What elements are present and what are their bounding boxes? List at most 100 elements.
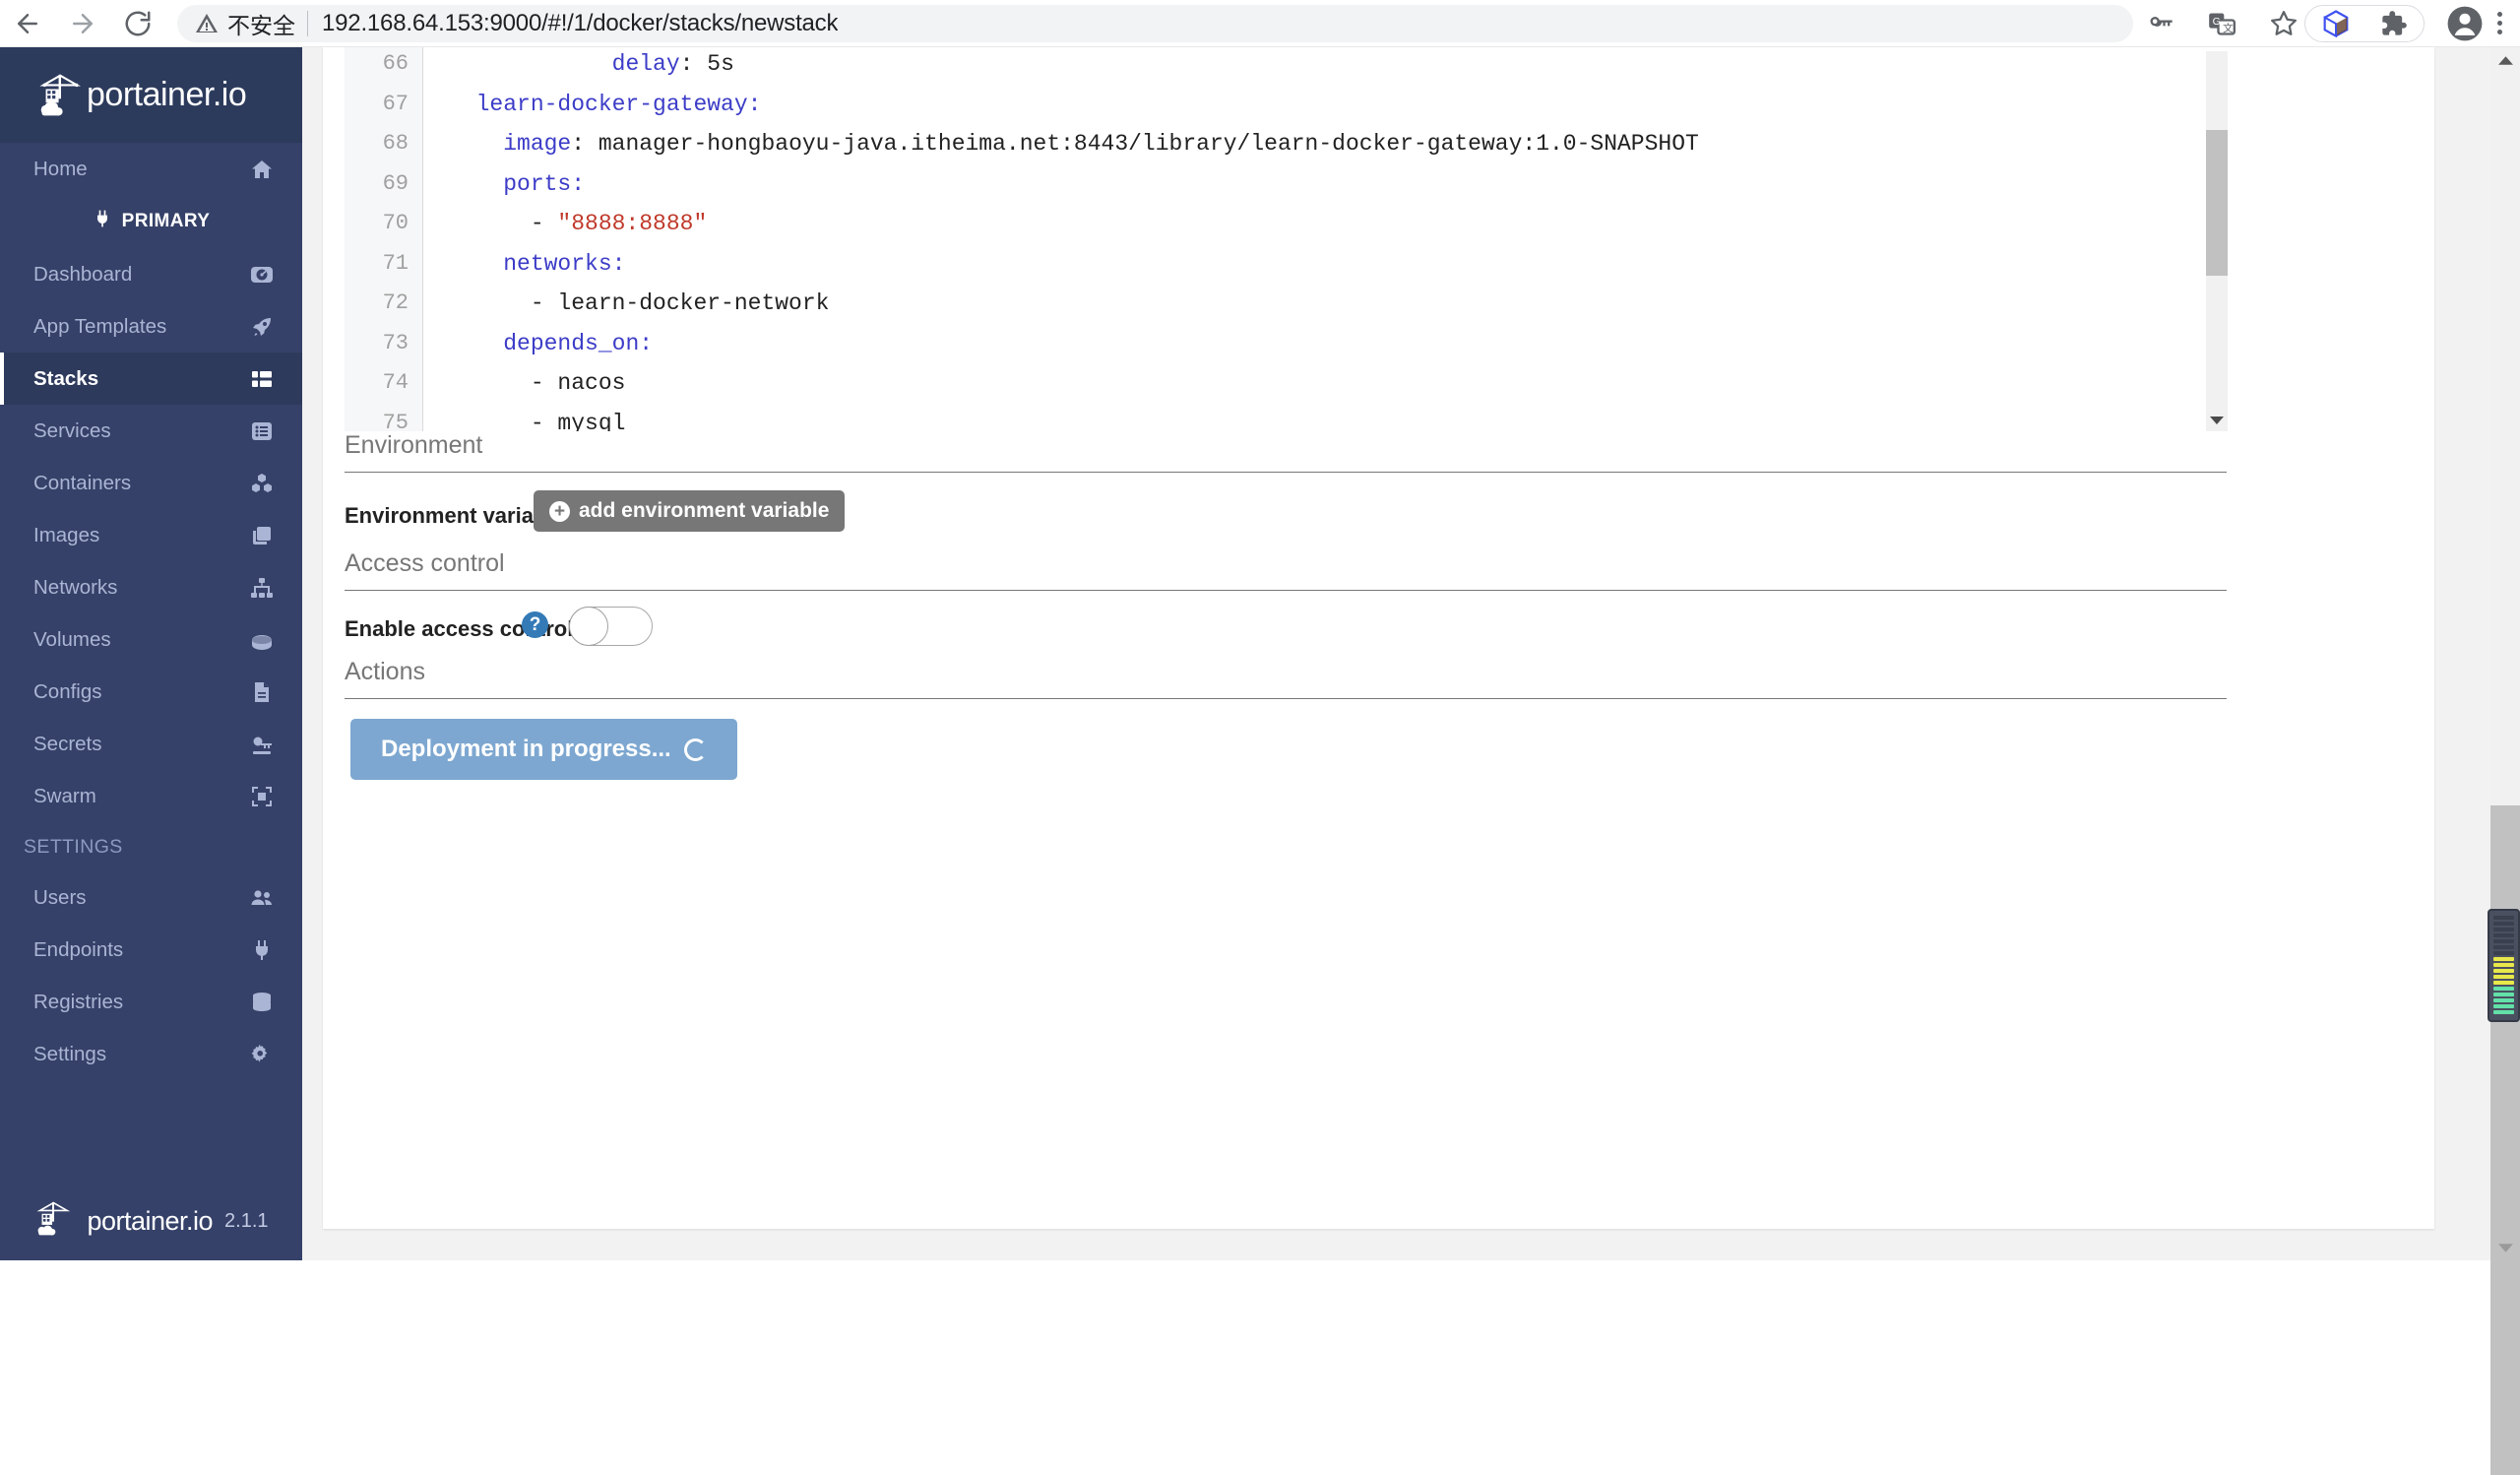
sidebar-item-containers[interactable]: Containers xyxy=(0,457,302,509)
editor-line-number: 75 xyxy=(345,404,422,432)
meter-bar xyxy=(2493,981,2514,985)
editor-line: networks: xyxy=(449,244,2205,285)
editor-line: image: manager-hongbaoyu-java.itheima.ne… xyxy=(449,124,2205,164)
sidebar-footer-brand: portainer.io xyxy=(87,1206,213,1237)
meter-bar xyxy=(2493,933,2514,937)
sidebar-item-label: Home xyxy=(33,158,247,181)
profile-avatar-icon[interactable] xyxy=(2446,5,2484,42)
code-token: : xyxy=(571,171,585,197)
code-token: networks xyxy=(503,251,611,277)
sidebar-menu: Home PRIMARY Dashboard App Templates Sta xyxy=(0,143,302,1080)
page-scroll-down-icon[interactable] xyxy=(2490,1235,2520,1260)
sidebar-item-users[interactable]: Users xyxy=(0,871,302,924)
editor-line-number: 74 xyxy=(345,363,422,404)
sidebar-footer: portainer.io 2.1.1 xyxy=(0,1182,302,1260)
editor-line-number: 69 xyxy=(345,164,422,205)
sidebar-item-secrets[interactable]: Secrets xyxy=(0,718,302,770)
puzzle-extension-icon[interactable] xyxy=(2380,10,2408,37)
sidebar-item-dashboard[interactable]: Dashboard xyxy=(0,248,302,300)
environment-section-title: Environment xyxy=(345,431,2227,473)
rocket-icon xyxy=(247,315,277,339)
sidebar-item-endpoints[interactable]: Endpoints xyxy=(0,924,302,976)
editor-scrollbar-thumb[interactable] xyxy=(2206,130,2228,276)
back-button[interactable] xyxy=(0,0,55,47)
code-token xyxy=(449,171,503,197)
stack-form-card: 666768697071727374757677787980 delay: 5s… xyxy=(323,47,2434,1229)
svg-text:文: 文 xyxy=(2223,22,2234,34)
url-text: 192.168.64.153:9000/#!/1/docker/stacks/n… xyxy=(322,10,838,37)
level-meter-overlay-icon[interactable] xyxy=(2488,909,2520,1022)
editor-line: - mysql xyxy=(449,404,2205,432)
registry-icon xyxy=(247,991,277,1014)
sidebar-item-services[interactable]: Services xyxy=(0,405,302,457)
add-environment-variable-button[interactable]: + add environment variable xyxy=(534,490,845,532)
swarm-icon xyxy=(247,785,277,808)
cube-extension-icon[interactable] xyxy=(2321,9,2351,38)
sidebar-item-stacks[interactable]: Stacks xyxy=(0,353,302,405)
key-icon[interactable] xyxy=(2147,10,2174,37)
page-scrollbar[interactable] xyxy=(2490,47,2520,1260)
sidebar-item-label: Endpoints xyxy=(33,938,247,962)
sidebar-brand[interactable]: portainer.io xyxy=(0,47,302,143)
page-scrollbar-thumb[interactable] xyxy=(2490,805,2520,1475)
code-token: : xyxy=(639,331,653,356)
editor-line: ports: xyxy=(449,164,2205,205)
sidebar-item-label: Users xyxy=(33,886,247,910)
yaml-editor[interactable]: 666768697071727374757677787980 delay: 5s… xyxy=(345,47,2205,431)
plus-circle-icon: + xyxy=(549,501,570,522)
sidebar-item-label: Swarm xyxy=(33,785,247,808)
editor-scrollbar[interactable] xyxy=(2206,51,2228,431)
code-token xyxy=(449,131,503,157)
editor-line-number: 67 xyxy=(345,85,422,125)
code-token: ports xyxy=(503,171,571,197)
code-token xyxy=(449,331,503,356)
enable-access-control-toggle[interactable] xyxy=(569,607,653,646)
sidebar-item-app-templates[interactable]: App Templates xyxy=(0,300,302,353)
sidebar-endpoint-primary: PRIMARY xyxy=(0,195,302,248)
portainer-logo-icon xyxy=(35,70,87,121)
sidebar-item-label: Secrets xyxy=(33,733,247,756)
translate-icon[interactable]: G文 xyxy=(2208,10,2236,37)
gauge-icon xyxy=(247,263,277,287)
sidebar-item-swarm[interactable]: Swarm xyxy=(0,770,302,822)
meter-bar xyxy=(2493,951,2514,955)
code-token: - learn-docker-network xyxy=(449,290,829,316)
sidebar-item-registries[interactable]: Registries xyxy=(0,976,302,1028)
meter-bar xyxy=(2493,1010,2514,1014)
stacks-grid-icon xyxy=(247,367,277,391)
code-token: image xyxy=(503,131,571,157)
sidebar-item-label: Settings xyxy=(33,1043,247,1066)
deploy-stack-button[interactable]: Deployment in progress... xyxy=(350,719,737,780)
sidebar-item-settings[interactable]: Settings xyxy=(0,1028,302,1080)
sidebar-item-label: Containers xyxy=(33,472,247,495)
sidebar-item-label: Configs xyxy=(33,680,247,704)
sidebar: portainer.io Home PRIMARY Dashboard App … xyxy=(0,47,302,1260)
forward-button[interactable] xyxy=(55,0,110,47)
editor-line-number: 72 xyxy=(345,284,422,324)
code-token xyxy=(449,251,503,277)
question-help-icon[interactable]: ? xyxy=(522,611,548,638)
sidebar-item-images[interactable]: Images xyxy=(0,509,302,561)
editor-code[interactable]: delay: 5s learn-docker-gateway: image: m… xyxy=(423,47,2205,431)
sidebar-item-networks[interactable]: Networks xyxy=(0,561,302,613)
editor-scroll-down-icon[interactable] xyxy=(2206,410,2228,431)
code-token: : manager-hongbaoyu-java.itheima.net:844… xyxy=(571,131,1699,157)
sidebar-item-label: Images xyxy=(33,524,247,547)
sidebar-item-volumes[interactable]: Volumes xyxy=(0,613,302,666)
sidebar-section-settings: SETTINGS xyxy=(0,822,302,871)
code-token: - mysql xyxy=(449,411,625,432)
sidebar-item-configs[interactable]: Configs xyxy=(0,666,302,718)
key-secret-icon xyxy=(247,733,277,756)
page-scroll-up-icon[interactable] xyxy=(2490,47,2520,73)
reload-button[interactable] xyxy=(110,0,165,47)
more-menu-icon[interactable] xyxy=(2497,12,2502,34)
sidebar-item-label: Volumes xyxy=(33,628,247,652)
warning-triangle-icon xyxy=(195,12,219,35)
code-token: learn-docker-gateway xyxy=(476,92,748,117)
meter-bar xyxy=(2493,945,2514,949)
sidebar-item-home[interactable]: Home xyxy=(0,143,302,195)
address-bar[interactable]: 不安全 192.168.64.153:9000/#!/1/docker/stac… xyxy=(177,5,2133,42)
bookmark-star-icon[interactable] xyxy=(2269,9,2299,38)
cogs-icon xyxy=(247,1043,277,1066)
access-control-section-title: Access control xyxy=(345,549,2227,591)
